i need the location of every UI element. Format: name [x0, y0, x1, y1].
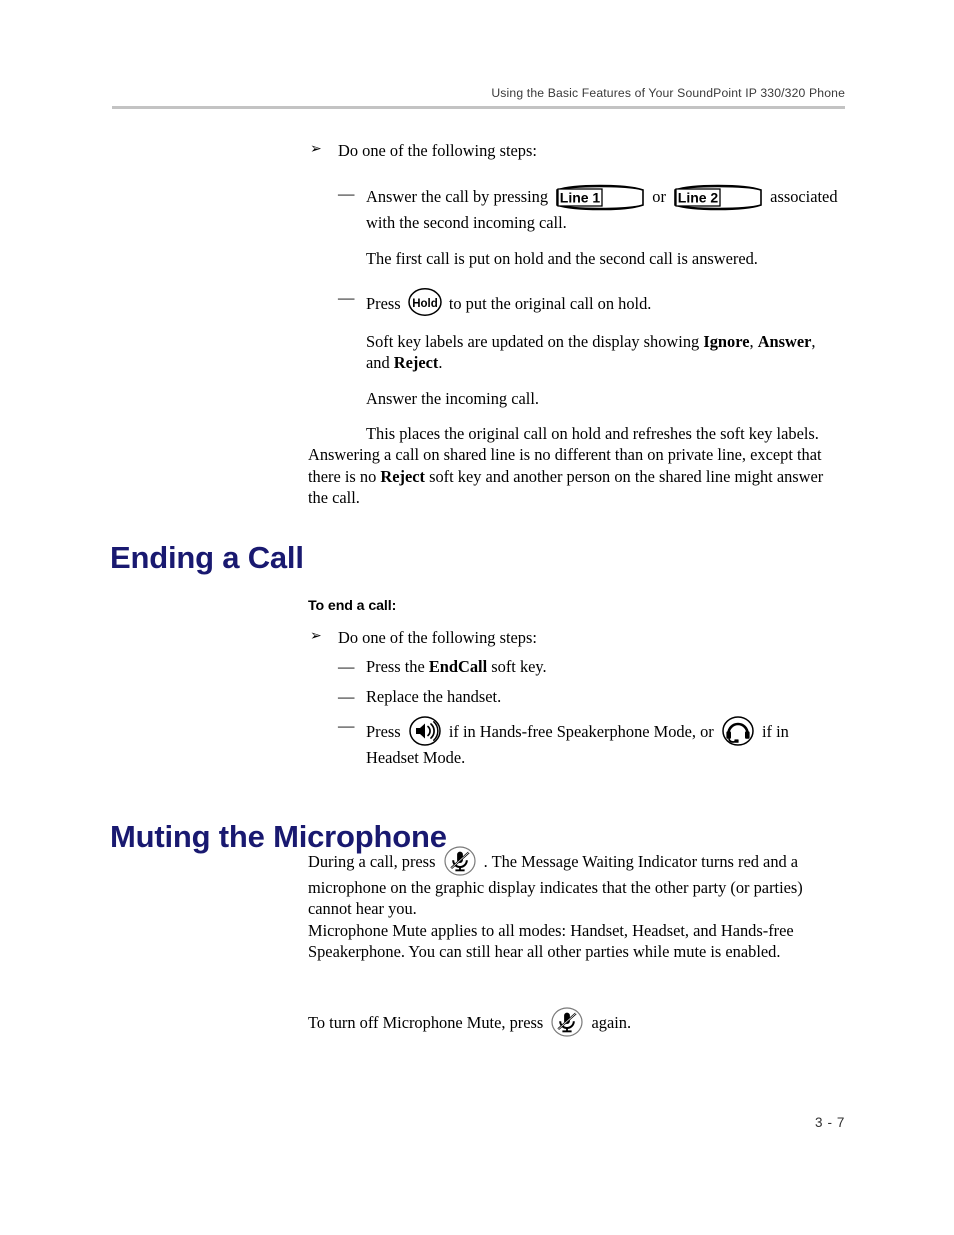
- arrow-bullet-icon: ➢: [310, 141, 322, 157]
- softkey-answer-label: Answer: [757, 331, 812, 351]
- line1-key-label: Line 1: [560, 190, 601, 206]
- softkey-ignore-label: Ignore: [703, 331, 750, 351]
- headset-icon: [722, 716, 754, 746]
- mute-para3-pre: To turn off Microphone Mute, press: [308, 1013, 544, 1033]
- hold-key-label: Hold: [412, 298, 438, 310]
- softkey-result-pre: Soft key labels are updated on the displ…: [366, 331, 700, 351]
- hold-step-pre: Press: [366, 293, 401, 313]
- softkey-reject-label: Reject: [393, 353, 439, 373]
- document-page: Using the Basic Features of Your SoundPo…: [0, 0, 954, 1235]
- speakerphone-icon: [408, 716, 441, 746]
- mute-microphone-icon: [443, 846, 476, 876]
- list-item: ➢ Do one of the following steps:: [308, 627, 842, 648]
- mute-microphone-icon: [551, 1007, 583, 1037]
- ending-call-steps-block: ➢ Do one of the following steps: — Press…: [308, 627, 842, 768]
- page-header: Using the Basic Features of Your SoundPo…: [112, 86, 845, 109]
- dash-bullet-icon: —: [338, 715, 355, 735]
- places-on-hold-text: This places the original call on hold an…: [366, 423, 819, 443]
- shared-line-reject-label: Reject: [380, 466, 425, 486]
- hold-key[interactable]: Hold: [407, 287, 443, 317]
- dash-bullet-icon: —: [338, 657, 355, 677]
- arrow-bullet-icon: ➢: [310, 628, 322, 644]
- line2-key[interactable]: Line 2: [672, 183, 764, 212]
- step-intro-text: Do one of the following steps:: [338, 141, 537, 160]
- shared-line-note: Answering a call on shared line is no di…: [308, 444, 842, 508]
- answer-step-result: The first call is put on hold and the se…: [366, 248, 758, 268]
- answer-incoming-text: Answer the incoming call.: [366, 388, 539, 408]
- page-number: 3 - 7: [814, 1115, 845, 1130]
- headset-key[interactable]: [720, 715, 756, 747]
- speakerphone-key[interactable]: [407, 715, 443, 747]
- end-call-step-intro: Do one of the following steps:: [338, 628, 537, 647]
- softkey-result-period: .: [438, 353, 443, 373]
- line2-key-label: Line 2: [678, 190, 719, 206]
- dash-bullet-icon: —: [338, 184, 355, 204]
- list-item: — Replace the handset.: [338, 686, 842, 707]
- list-item: ➢ Do one of the following steps:: [308, 140, 842, 161]
- mute-key-2[interactable]: [549, 1006, 585, 1038]
- endcall-softkey-label: EndCall: [428, 657, 488, 677]
- dash-bullet-icon2: —: [338, 287, 355, 307]
- list-item: — Press Hold to put the original call on…: [338, 287, 842, 317]
- heading-ending-a-call: Ending a Call: [110, 539, 304, 575]
- softkey-result-text: Soft key labels are updated on the displ…: [366, 331, 816, 373]
- speaker-step-pre: Press: [366, 721, 401, 741]
- running-title: Using the Basic Features of Your SoundPo…: [491, 86, 845, 100]
- answer-step-pre: Answer the call by pressing: [366, 187, 549, 207]
- mute-key[interactable]: [442, 845, 478, 877]
- mute-para3-post: again.: [591, 1013, 632, 1033]
- speaker-step-mid: if in Hands-free Speakerphone Mode, or: [448, 721, 714, 741]
- answer-step-conjunction: or: [652, 187, 666, 207]
- muting-block: During a call, press . The Message Waiti…: [308, 845, 842, 1038]
- subheading-to-end-a-call: To end a call:: [308, 598, 397, 614]
- header-rule: [112, 106, 845, 109]
- mute-paragraph-1: During a call, press . The Message Waiti…: [308, 845, 842, 920]
- list-item: — Press the EndCall soft key.: [338, 656, 842, 677]
- mute-paragraph-3: To turn off Microphone Mute, press again…: [308, 1006, 842, 1038]
- mute-paragraph-2: Microphone Mute applies to all modes: Ha…: [308, 920, 794, 961]
- endcall-item-pre: Press the: [366, 657, 425, 677]
- hold-step-post: to put the original call on hold.: [448, 293, 652, 313]
- answering-steps-block: ➢ Do one of the following steps: — Answe…: [308, 140, 842, 508]
- list-item: — Press if in Hands-free Speakerphone Mo…: [338, 715, 842, 768]
- endcall-item-post: soft key.: [491, 657, 547, 677]
- list-item: — Answer the call by pressing Line 1 or: [338, 183, 842, 233]
- mute-para1-pre: During a call, press: [308, 852, 436, 871]
- line1-key[interactable]: Line 1: [554, 183, 646, 212]
- dash-bullet-icon: —: [338, 686, 355, 706]
- page-footer: 3 - 7: [0, 1115, 845, 1130]
- replace-handset-text: Replace the handset.: [366, 686, 502, 706]
